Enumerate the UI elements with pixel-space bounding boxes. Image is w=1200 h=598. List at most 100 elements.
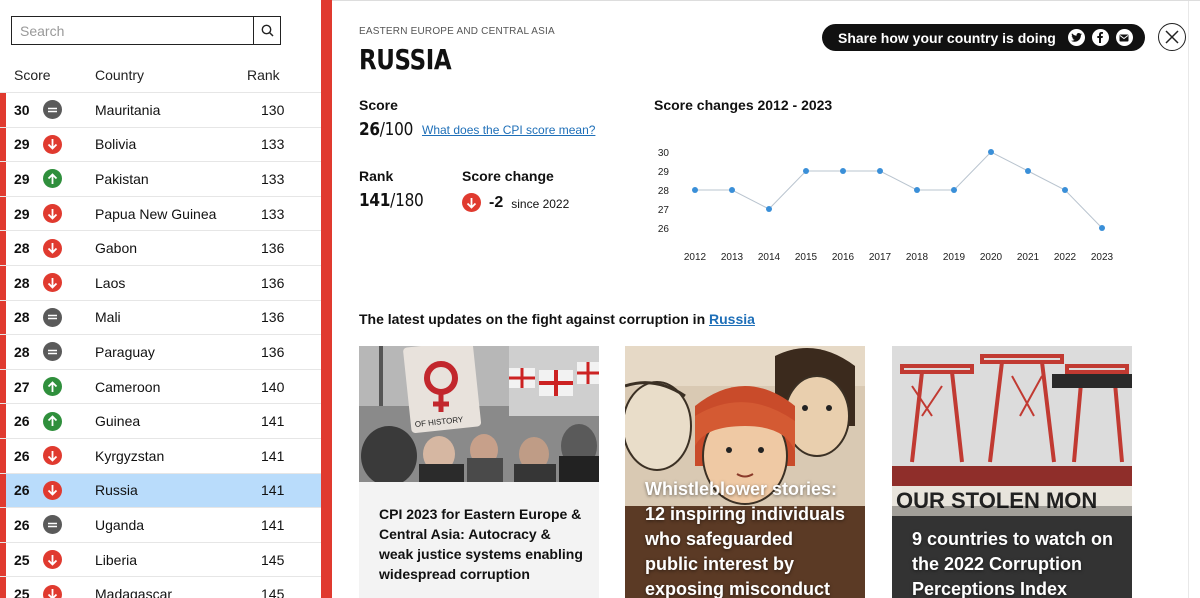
row-country: Russia [95,482,138,499]
table-row[interactable]: 28 Laos 136 [0,264,321,300]
rank-denom: /180 [390,190,424,211]
header-rank[interactable]: Rank [247,67,280,83]
arrow-up-icon [43,411,62,431]
data-point[interactable] [914,187,920,193]
table-row[interactable]: 26 Kyrgyzstan 141 [0,437,321,473]
row-rank: 130 [261,101,285,118]
email-icon[interactable] [1115,29,1133,46]
row-rank: 141 [261,516,285,533]
news-card-1-title: CPI 2023 for Eastern Europe & Central As… [379,506,583,582]
search-button[interactable] [253,17,280,44]
x-tick-label: 2022 [1054,252,1077,263]
data-point[interactable] [840,168,846,174]
data-point[interactable] [877,168,883,174]
x-tick-label: 2015 [795,252,818,263]
arrow-down-icon [43,273,62,293]
row-country: Pakistan [95,170,149,187]
table-row[interactable]: 28 Gabon 136 [0,230,321,265]
search-icon [261,24,274,37]
data-point[interactable] [803,168,809,174]
row-score: 26 [14,516,30,533]
score-line-chart: 26 27 28 29 30 2012 2013 2014 2015 2016 2017 2018 20… [658,148,1114,263]
y-tick-label: 26 [658,224,670,235]
data-point[interactable] [951,187,957,193]
share-text: Share how your country is doing [838,29,1056,46]
search-input[interactable] [12,17,253,44]
table-row[interactable]: 29 Pakistan 133 [0,161,321,196]
table-row[interactable]: 26 Russia 141 [0,472,321,508]
data-point[interactable] [729,187,735,193]
region-label: EASTERN EUROPE AND CENTRAL ASIA [359,26,555,37]
y-tick-label: 30 [658,148,670,159]
row-country: Guinea [95,413,141,430]
cpi-score-link[interactable]: What does the CPI score mean? [422,123,595,137]
row-score: 28 [14,240,30,257]
table-row[interactable]: 27 Cameroon 140 [0,368,321,404]
series-line [695,151,1103,229]
close-button[interactable] [1158,23,1186,51]
data-point[interactable] [1099,225,1105,231]
table-row[interactable]: 28 Paraguay 136 [0,334,321,369]
x-tick-label: 2017 [869,252,892,263]
row-score: 29 [14,136,30,153]
table-row[interactable]: 30 Mauritania 130 [0,92,321,127]
data-point[interactable] [988,149,994,155]
share-bar: Share how your country is doing [822,24,1145,51]
arrow-down-icon [43,134,62,154]
scrollbar[interactable] [1188,1,1200,598]
twitter-icon[interactable] [1067,29,1085,46]
search-box [11,16,281,45]
header-score[interactable]: Score [14,67,51,83]
country-detail-panel: EASTERN EUROPE AND CENTRAL ASIA RUSSIA S… [332,0,1200,598]
country-table: 30 Mauritania 130 29 Bolivia 133 29 Pakistan 133… [0,92,321,598]
arrow-down-icon [43,584,62,598]
row-rank: 145 [261,551,285,568]
row-score: 25 [14,551,30,568]
data-point[interactable] [1062,187,1068,193]
table-row[interactable]: 26 Uganda 141 [0,507,321,542]
facebook-icon[interactable] [1091,29,1109,46]
score-denom: /100 [379,119,414,140]
arrow-down-icon [43,446,62,466]
row-country: Mauritania [95,101,161,118]
equal-icon [43,100,62,120]
table-row[interactable]: 29 Bolivia 133 [0,126,321,162]
table-row[interactable]: 28 Mali 136 [0,299,321,335]
table-row[interactable]: 25 Liberia 145 [0,541,321,577]
score-change-label: Score change [462,168,554,184]
row-score: 29 [14,205,30,222]
row-rank: 136 [261,343,285,360]
table-row[interactable]: 25 Madagascar 145 [0,576,321,598]
arrow-down-icon [43,204,62,224]
score-number: 26 [359,119,380,140]
row-score: 25 [14,586,30,598]
x-tick-label: 2016 [832,252,855,263]
news-card-2[interactable]: Whistleblower stories: 12 inspiring indi… [625,346,865,598]
data-point[interactable] [766,206,772,212]
row-score: 28 [14,274,30,291]
table-row[interactable]: 29 Papua New Guinea 133 [0,195,321,231]
updates-heading-text: The latest updates on the fight against … [359,311,706,327]
row-rank: 136 [261,309,285,326]
row-rank: 141 [261,482,285,499]
row-rank: 133 [261,136,285,153]
data-point[interactable] [692,187,698,193]
arrow-up-icon [43,169,62,189]
score-change: -2 since 2022 [462,193,569,212]
row-rank: 133 [261,170,285,187]
arrow-down-icon [43,550,62,570]
data-point[interactable] [1025,168,1031,174]
row-country: Cameroon [95,378,161,395]
y-tick-label: 27 [658,205,670,216]
header-country[interactable]: Country [95,67,144,83]
row-country: Papua New Guinea [95,205,217,222]
news-card-3[interactable]: OUR STOLEN MON 9 countries to watch on t… [892,346,1132,598]
row-score: 28 [14,309,30,326]
news-card-1[interactable]: OF HISTORY CPI 2023 for Eastern Europe &… [359,346,599,598]
table-row[interactable]: 26 Guinea 141 [0,403,321,438]
updates-country-link[interactable]: Russia [709,311,755,327]
close-icon [1165,30,1179,44]
row-country: Madagascar [95,586,173,598]
x-tick-label: 2023 [1091,252,1114,263]
row-rank: 141 [261,413,285,430]
